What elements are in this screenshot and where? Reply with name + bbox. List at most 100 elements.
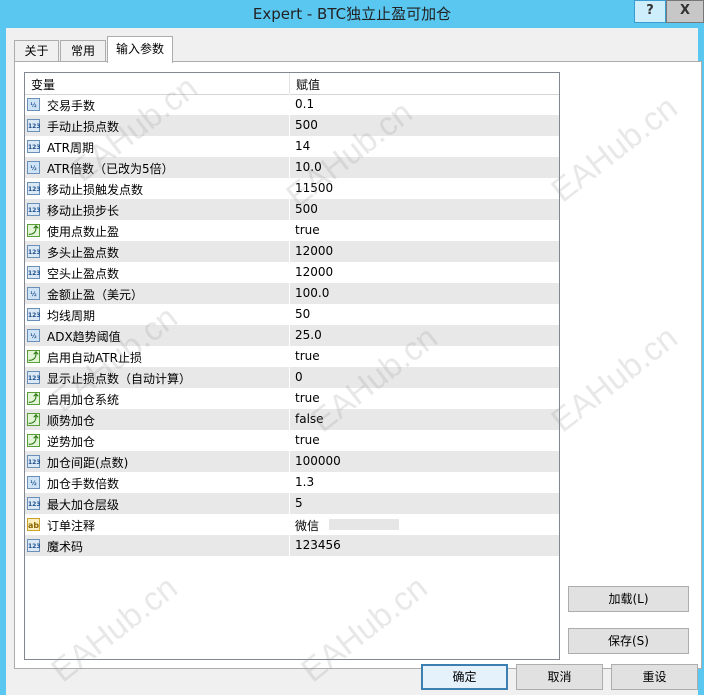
parameter-name: 均线周期 xyxy=(47,309,96,323)
parameter-name: 金额止盈（美元） xyxy=(47,288,144,302)
table-row[interactable]: ½ 金额止盈（美元） 100.0 xyxy=(25,283,559,304)
cell-divider xyxy=(289,514,290,535)
bool-icon: ⤴ xyxy=(27,434,40,447)
bool-icon: ⤴ xyxy=(27,413,40,426)
table-row[interactable]: 123 加仓间距(点数) 100000 xyxy=(25,451,559,472)
table-row[interactable]: ⤴ 逆势加仓 true xyxy=(25,430,559,451)
parameter-name: 显示止损点数（自动计算） xyxy=(47,372,192,386)
parameter-name: 空头止盈点数 xyxy=(47,267,120,281)
parameter-value[interactable]: 0.1 xyxy=(295,97,314,111)
table-row[interactable]: 123 ATR周期 14 xyxy=(25,136,559,157)
cell-divider xyxy=(289,199,290,220)
parameter-value[interactable]: 微信 xyxy=(295,517,319,534)
cell-divider xyxy=(289,430,290,451)
table-row[interactable]: 123 多头止盈点数 12000 xyxy=(25,241,559,262)
table-row[interactable]: 123 移动止损触发点数 11500 xyxy=(25,178,559,199)
integer-icon: 123 xyxy=(27,455,41,468)
window-title: Expert - BTC独立止盈可加仓 xyxy=(252,5,452,23)
help-button[interactable]: ? xyxy=(634,0,666,23)
parameter-name: 启用自动ATR止损 xyxy=(47,351,142,365)
parameter-value[interactable]: true xyxy=(295,433,320,447)
save-button[interactable]: 保存(S) xyxy=(568,628,689,654)
parameter-value[interactable]: 25.0 xyxy=(295,328,322,342)
parameter-value[interactable]: 11500 xyxy=(295,181,333,195)
bool-icon: ⤴ xyxy=(27,224,40,237)
cancel-button[interactable]: 取消 xyxy=(516,664,603,690)
parameter-value[interactable]: 100000 xyxy=(295,454,341,468)
column-divider[interactable] xyxy=(289,73,290,94)
close-button[interactable]: X xyxy=(666,0,704,23)
parameter-value[interactable]: 5 xyxy=(295,496,303,510)
parameter-name: 订单注释 xyxy=(47,519,96,533)
parameter-value[interactable]: 12000 xyxy=(295,265,333,279)
parameter-name: 逆势加仓 xyxy=(47,435,96,449)
ok-button[interactable]: 确定 xyxy=(421,664,508,690)
cell-divider xyxy=(289,346,290,367)
parameter-name: ATR周期 xyxy=(47,141,94,155)
parameter-value[interactable]: 500 xyxy=(295,118,318,132)
float-icon: ½ xyxy=(27,476,40,489)
parameter-name: 加仓手数倍数 xyxy=(47,477,120,491)
table-row[interactable]: ½ ADX趋势阈值 25.0 xyxy=(25,325,559,346)
table-row[interactable]: ⤴ 启用自动ATR止损 true xyxy=(25,346,559,367)
cell-divider xyxy=(289,367,290,388)
float-icon: ½ xyxy=(27,161,40,174)
table-row[interactable]: ⤴ 启用加仓系统 true xyxy=(25,388,559,409)
column-header-value[interactable]: 赋值 xyxy=(296,76,320,93)
parameter-value[interactable]: 0 xyxy=(295,370,303,384)
table-row[interactable]: ab 订单注释 微信 xyxy=(25,514,559,535)
cell-divider xyxy=(289,262,290,283)
tab-common[interactable]: 常用 xyxy=(60,40,106,62)
cell-divider xyxy=(289,325,290,346)
float-icon: ½ xyxy=(27,287,40,300)
integer-icon: 123 xyxy=(27,308,41,321)
bool-icon: ⤴ xyxy=(27,392,40,405)
table-row[interactable]: ½ ATR倍数（已改为5倍） 10.0 xyxy=(25,157,559,178)
integer-icon: 123 xyxy=(27,371,41,384)
table-row[interactable]: ½ 加仓手数倍数 1.3 xyxy=(25,472,559,493)
parameter-value[interactable]: true xyxy=(295,349,320,363)
table-row[interactable]: ⤴ 使用点数止盈 true xyxy=(25,220,559,241)
cell-divider xyxy=(289,388,290,409)
table-row[interactable]: ⤴ 顺势加仓 false xyxy=(25,409,559,430)
table-row[interactable]: 123 魔术码 123456 xyxy=(25,535,559,556)
tab-about[interactable]: 关于 xyxy=(14,40,59,62)
table-row[interactable]: 123 手动止损点数 500 xyxy=(25,115,559,136)
parameter-value[interactable]: 50 xyxy=(295,307,310,321)
parameter-name: ADX趋势阈值 xyxy=(47,330,121,344)
parameters-table[interactable]: 变量 赋值 ½ 交易手数 0.1 123 手动止损点数 500 123 ATR周期 14 ½ ATR… xyxy=(24,72,560,660)
string-icon: ab xyxy=(27,518,40,531)
cell-divider xyxy=(289,178,290,199)
cell-divider xyxy=(289,493,290,514)
cell-divider xyxy=(289,304,290,325)
parameter-value[interactable]: 123456 xyxy=(295,538,341,552)
integer-icon: 123 xyxy=(27,119,41,132)
column-header-variable[interactable]: 变量 xyxy=(31,76,55,93)
parameter-value[interactable]: 500 xyxy=(295,202,318,216)
table-row[interactable]: 123 显示止损点数（自动计算） 0 xyxy=(25,367,559,388)
parameter-value[interactable]: 1.3 xyxy=(295,475,314,489)
cell-divider xyxy=(289,472,290,493)
parameter-value[interactable]: 14 xyxy=(295,139,310,153)
table-row[interactable]: 123 空头止盈点数 12000 xyxy=(25,262,559,283)
parameter-name: 多头止盈点数 xyxy=(47,246,120,260)
parameter-value[interactable]: true xyxy=(295,223,320,237)
parameter-name: ATR倍数（已改为5倍） xyxy=(47,162,174,176)
parameter-name: 加仓间距(点数) xyxy=(47,456,129,470)
parameter-name: 最大加仓层级 xyxy=(47,498,120,512)
load-button[interactable]: 加载(L) xyxy=(568,586,689,612)
table-row[interactable]: ½ 交易手数 0.1 xyxy=(25,94,559,115)
table-row[interactable]: 123 最大加仓层级 5 xyxy=(25,493,559,514)
parameter-value[interactable]: 10.0 xyxy=(295,160,322,174)
cell-divider xyxy=(289,136,290,157)
cell-divider xyxy=(289,157,290,178)
reset-button[interactable]: 重设 xyxy=(611,664,698,690)
table-row[interactable]: 123 移动止损步长 500 xyxy=(25,199,559,220)
parameter-value[interactable]: true xyxy=(295,391,320,405)
table-row[interactable]: 123 均线周期 50 xyxy=(25,304,559,325)
parameter-value[interactable]: 12000 xyxy=(295,244,333,258)
parameter-value[interactable]: 100.0 xyxy=(295,286,329,300)
integer-icon: 123 xyxy=(27,140,41,153)
tab-inputs[interactable]: 输入参数 xyxy=(107,36,173,63)
parameter-value[interactable]: false xyxy=(295,412,324,426)
